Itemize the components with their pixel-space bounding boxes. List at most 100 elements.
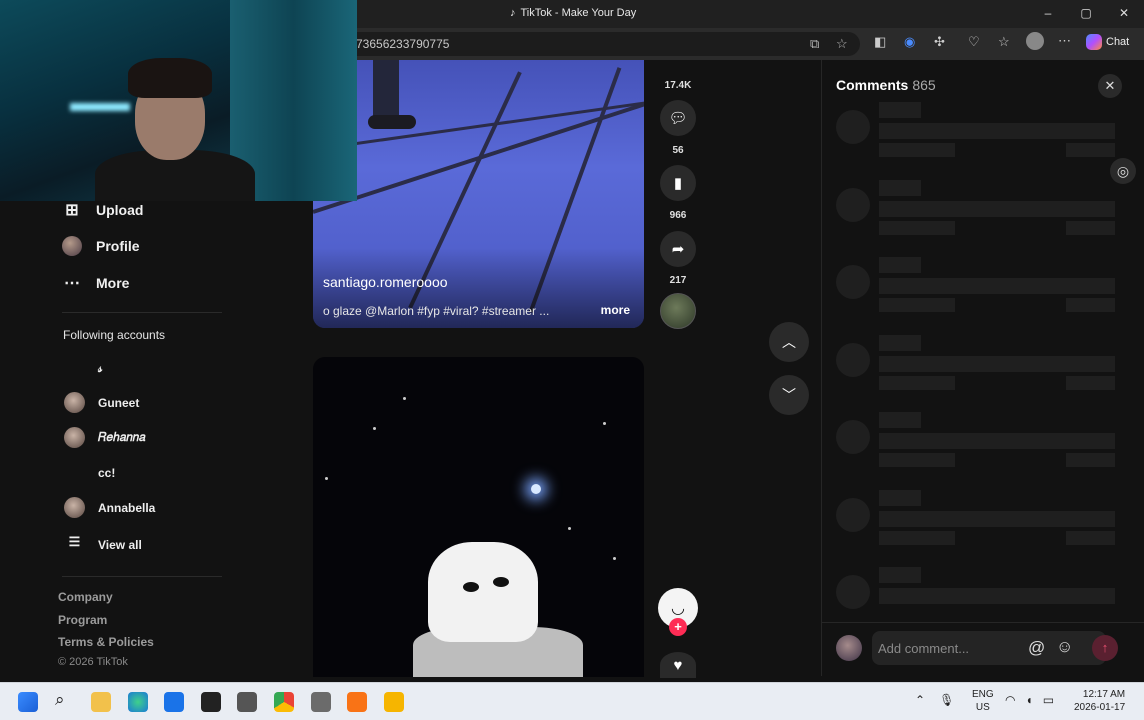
vpn-icon[interactable]: ◉	[904, 34, 915, 50]
caption-more-button[interactable]: more	[601, 303, 630, 317]
copyright-text: © 2026 TikTok	[58, 656, 128, 668]
mention-icon[interactable]: @	[1028, 638, 1045, 658]
status-icons[interactable]: ◠ ◖ ▭	[1005, 693, 1054, 707]
more-dots-icon: ⋯	[64, 275, 80, 292]
footer-program-link[interactable]: Program	[58, 613, 107, 627]
chevron-down-icon: ﹀	[782, 387, 796, 403]
avatar	[64, 358, 85, 379]
comment-input[interactable]	[872, 631, 1022, 665]
emoji-icon[interactable]: ☺	[1056, 637, 1073, 657]
volume-icon: ◖	[1025, 693, 1033, 707]
like-button[interactable]: ♥	[660, 652, 696, 678]
divider	[62, 312, 222, 313]
next-video-button[interactable]: ﹀	[769, 375, 809, 415]
following-account[interactable]: 𝑅𝑒ℎ𝑎𝑛𝑛𝑎	[64, 427, 146, 448]
confetti	[325, 477, 328, 480]
send-comment-button[interactable]: ↑	[1092, 635, 1118, 661]
unity-icon[interactable]	[237, 692, 257, 712]
close-icon: ✕	[1104, 78, 1116, 93]
webcam-light	[70, 103, 130, 111]
favorite-star-icon[interactable]: ☆	[836, 36, 848, 52]
comment-input-wrapper[interactable]: @ ☺	[872, 631, 1106, 665]
following-account[interactable]: Guneet	[64, 392, 139, 413]
vscode-like-icon[interactable]	[164, 692, 184, 712]
nav-more[interactable]: ⋯ More	[62, 273, 129, 293]
share-button[interactable]: ➦	[660, 231, 696, 267]
marshmello-icon: ◡	[671, 600, 685, 617]
confetti	[373, 427, 376, 430]
copilot-chat-button[interactable]: Chat	[1086, 34, 1129, 50]
maximize-button[interactable]: ▢	[1076, 6, 1096, 20]
comment-composer: @ ☺ ↑	[822, 622, 1144, 676]
net-line	[313, 86, 644, 214]
performer-helmet	[428, 542, 538, 642]
url-text[interactable]: 73656233790775	[356, 37, 449, 51]
address-field[interactable]: 73656233790775 ⧉ ☆	[340, 32, 860, 56]
app-icon[interactable]	[347, 692, 367, 712]
profile-avatar	[62, 236, 82, 256]
footer-terms-link[interactable]: Terms & Policies	[58, 635, 154, 649]
video-person-legs	[373, 60, 399, 120]
like-count: 17.4K	[664, 80, 692, 91]
webcam-person-hair	[128, 58, 212, 98]
search-icon[interactable]: ⌕	[55, 690, 75, 710]
previous-video-button[interactable]: ︿	[769, 322, 809, 362]
extension-icon[interactable]: ◧	[874, 34, 886, 50]
open-in-app-icon[interactable]: ⧉	[810, 36, 819, 52]
tiktok-logo-icon: ♪	[510, 7, 516, 19]
sound-avatar[interactable]	[660, 293, 696, 329]
feedback-icon[interactable]: ◎	[1110, 158, 1136, 184]
webcam-overlay	[0, 0, 357, 201]
video-player-1[interactable]: santiago.romeroooo o glaze @Marlon #fyp …	[313, 60, 644, 328]
chevron-up-icon[interactable]: ⌃	[915, 693, 925, 707]
share-arrow-icon: ➦	[671, 241, 685, 258]
copilot-icon	[1086, 34, 1102, 50]
nav-upload[interactable]: ⊞ Upload	[62, 200, 143, 220]
following-account[interactable]: 𝓈	[64, 358, 102, 379]
epic-games-icon[interactable]	[201, 692, 221, 712]
avatar	[64, 497, 85, 518]
comment-count: 56	[672, 145, 684, 156]
confetti	[403, 397, 406, 400]
follow-plus-button[interactable]: +	[669, 618, 687, 636]
arrow-up-icon: ↑	[1101, 640, 1109, 655]
microphone-icon[interactable]: 🎙︎	[939, 693, 954, 707]
video-caption: o glaze @Marlon #fyp #viral? #streamer .…	[323, 304, 550, 318]
edge-browser-icon[interactable]	[128, 692, 148, 712]
view-all-link[interactable]: ☰ View all	[64, 534, 142, 555]
video-person-shoe	[368, 115, 416, 129]
performance-icon[interactable]: ♡	[968, 34, 980, 50]
confetti	[603, 422, 606, 425]
chevron-up-icon: ︿	[782, 334, 796, 350]
comment-button[interactable]: 💬︎	[660, 100, 696, 136]
close-window-button[interactable]: ✕	[1114, 6, 1134, 20]
app-icon[interactable]	[311, 692, 331, 712]
battery-icon: ▭	[1042, 693, 1055, 707]
nav-profile[interactable]: Profile	[62, 236, 140, 256]
file-explorer-icon[interactable]	[91, 692, 111, 712]
favorites-icon[interactable]: ☆	[998, 34, 1010, 50]
share-count: 217	[669, 275, 687, 286]
minimize-button[interactable]: –	[1038, 6, 1058, 20]
following-account[interactable]: cc!	[64, 462, 115, 483]
video-player-2[interactable]	[313, 357, 644, 677]
clock[interactable]: 12:17 AM 2026-01-17	[1074, 688, 1125, 714]
extensions-puzzle-icon[interactable]: ✣	[934, 34, 945, 50]
close-comments-button[interactable]: ✕	[1098, 74, 1122, 98]
comments-count: 865	[912, 77, 936, 93]
rockstar-icon[interactable]	[384, 692, 404, 712]
footer-company-link[interactable]: Company	[58, 590, 113, 604]
confetti	[568, 527, 571, 530]
windows-start-icon[interactable]	[18, 692, 38, 712]
wifi-icon: ◠	[1005, 693, 1016, 707]
following-account[interactable]: Annabella	[64, 497, 155, 518]
profile-avatar-icon[interactable]	[1026, 32, 1044, 50]
video-author[interactable]: santiago.romeroooo	[323, 274, 448, 290]
save-count: 966	[669, 210, 687, 221]
save-button[interactable]: ▮	[660, 165, 696, 201]
language-indicator[interactable]: ENG US	[972, 688, 994, 714]
heart-icon: ♥	[673, 656, 683, 674]
stage-light	[531, 484, 541, 494]
menu-dots-icon[interactable]: ⋯	[1058, 33, 1071, 49]
chrome-icon[interactable]	[274, 692, 294, 712]
